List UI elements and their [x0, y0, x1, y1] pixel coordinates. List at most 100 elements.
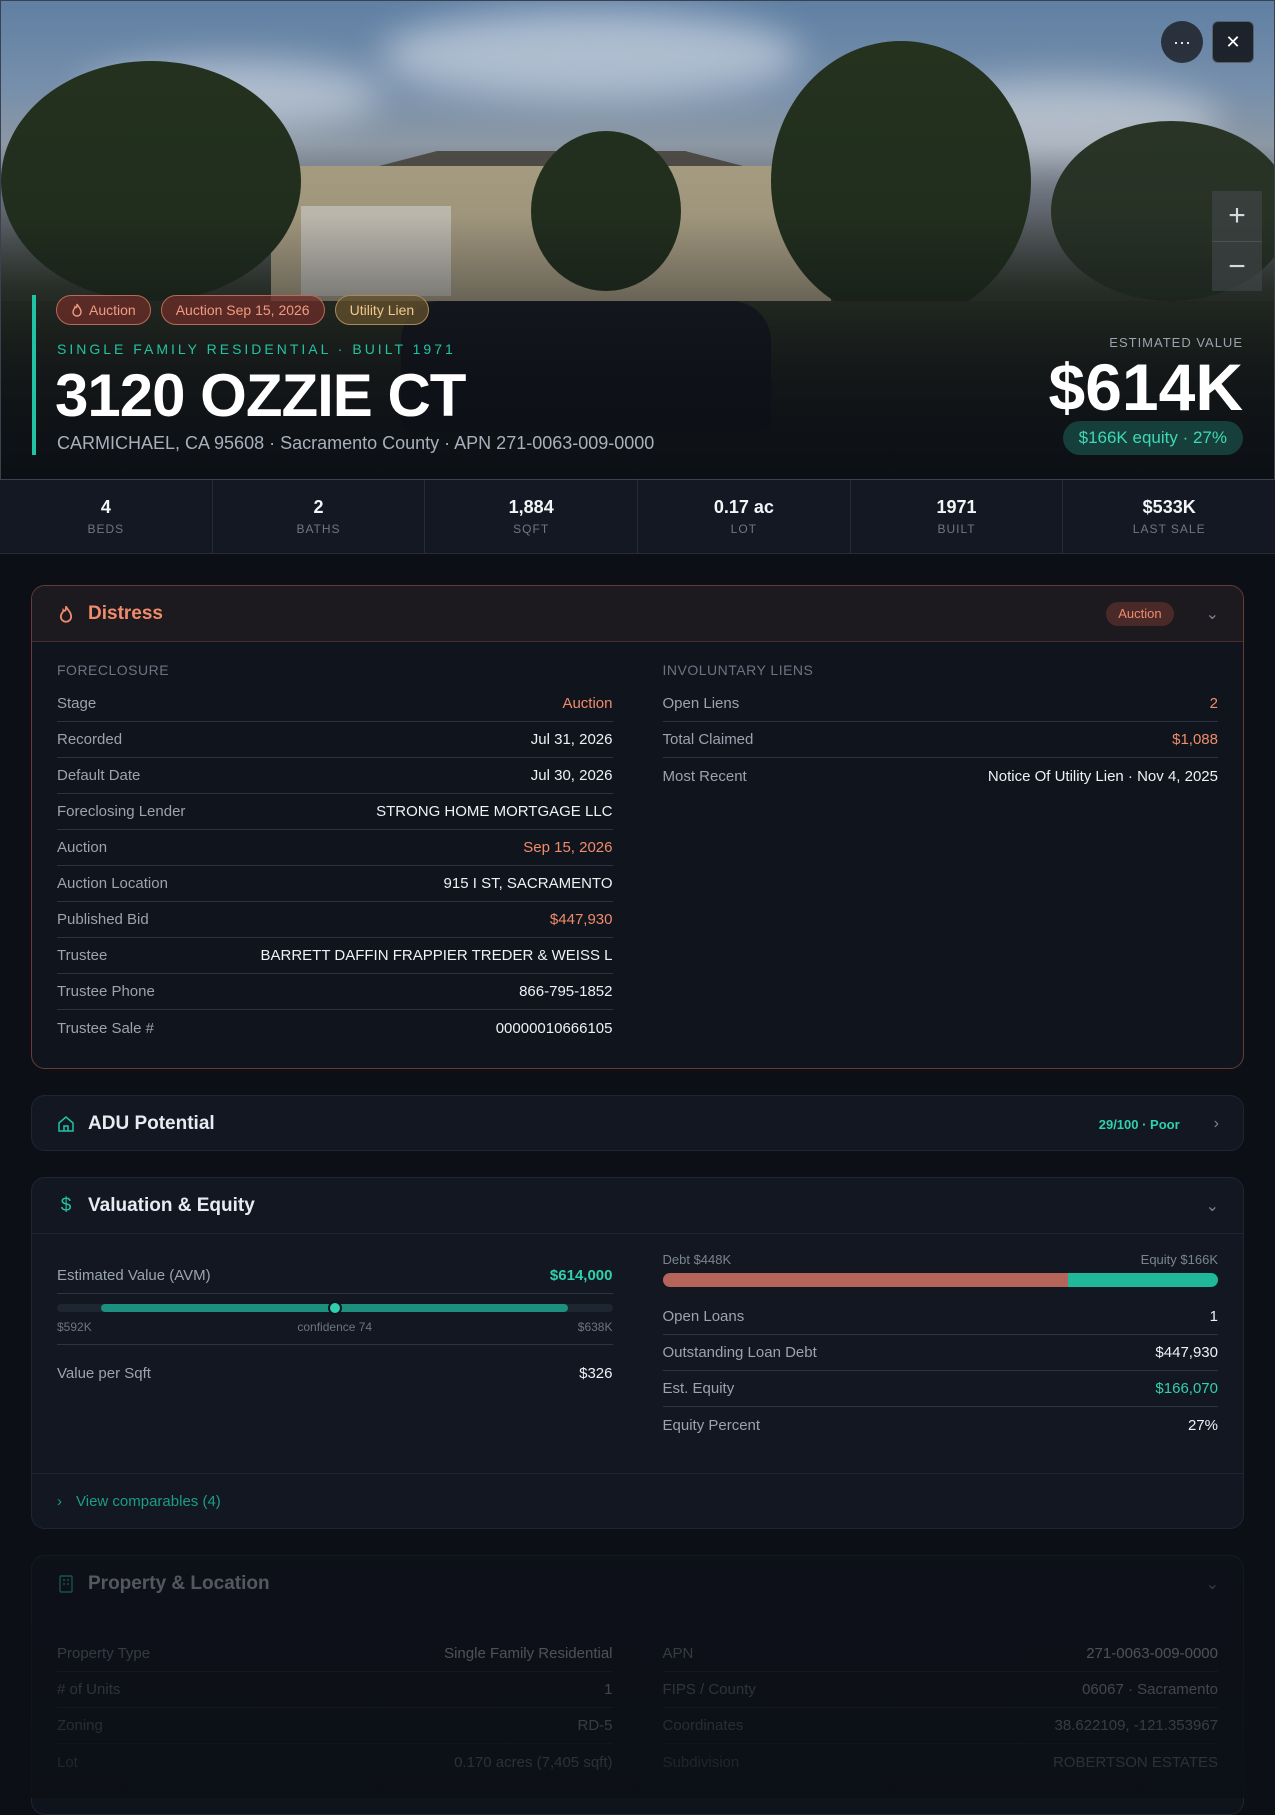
- property-header[interactable]: Property & Location ⌄: [32, 1556, 1243, 1612]
- foreclosure-section: FORECLOSURE Stage Auction Recorded Jul 31,…: [57, 662, 613, 1046]
- chevron-right-icon: ›: [57, 1492, 62, 1510]
- row-value: RD-5: [577, 1717, 613, 1734]
- row-label: Trustee: [57, 947, 108, 964]
- property-address: 3120 OZZIE CT: [55, 362, 466, 429]
- row-label: Foreclosing Lender: [57, 803, 186, 820]
- valuation-header[interactable]: $ Valuation & Equity ⌄: [32, 1178, 1243, 1234]
- detail-row: Open Liens 2: [662, 686, 1218, 722]
- detail-row: FIPS / County 06067 · Sacramento: [662, 1672, 1218, 1708]
- row-label: Property Type: [57, 1645, 151, 1662]
- row-value: Single Family Residential: [444, 1645, 613, 1662]
- range-high: $638K: [577, 1320, 613, 1334]
- equity-segment: [1068, 1273, 1218, 1287]
- row-label: Trustee Sale #: [57, 1019, 154, 1037]
- avm-range-bar: [57, 1301, 613, 1315]
- detail-row: Default Date Jul 30, 2026: [57, 758, 613, 794]
- adu-score: 29/100 · Poor: [1098, 1116, 1180, 1132]
- row-label: Zoning: [57, 1717, 103, 1734]
- close-icon: ✕: [1225, 31, 1241, 52]
- row-label: Equity Percent: [662, 1416, 761, 1434]
- chevron-down-icon[interactable]: ⌄: [1206, 1574, 1219, 1594]
- estimated-value-label: ESTIMATED VALUE: [1109, 335, 1243, 350]
- row-label: APN: [662, 1645, 694, 1662]
- stat-value: 0.17 ac: [713, 497, 774, 517]
- detail-row: Equity Percent 27%: [663, 1407, 1219, 1443]
- detail-row: # of Units 1: [57, 1672, 613, 1708]
- row-label: Default Date: [57, 767, 141, 784]
- involuntary-liens-section: INVOLUNTARY LIENS Open Liens 2 Total Clai…: [662, 662, 1219, 1046]
- stat-label: BUILT: [937, 522, 976, 536]
- avm-range-labels: $592K confidence 74 $638K: [57, 1320, 613, 1334]
- stat-value: $533K: [1142, 497, 1196, 517]
- row-label: Trustee Phone: [57, 983, 155, 1000]
- row-value: 1: [1209, 1308, 1218, 1325]
- row-label: Est. Equity: [662, 1380, 735, 1397]
- avm-section: Estimated Value (AVM) $614,000 $592K conf…: [57, 1258, 613, 1443]
- property-location-card: Property & Location ⌄ Property Type Singl…: [31, 1555, 1244, 1815]
- zoom-out-button[interactable]: −: [1212, 241, 1262, 291]
- debt-segment: [662, 1273, 1068, 1287]
- detail-row: Most Recent Notice Of Utility Lien · Nov …: [663, 758, 1219, 794]
- chevron-down-icon[interactable]: ⌄: [1206, 1196, 1219, 1216]
- row-value: $1,088: [1172, 731, 1218, 748]
- close-button[interactable]: ✕: [1212, 21, 1254, 63]
- distress-header[interactable]: Distress Auction ⌄: [32, 586, 1243, 642]
- stat-label: LAST SALE: [1132, 522, 1206, 536]
- hero-accent-bar: [32, 295, 36, 455]
- detail-row: Lot 0.170 acres (7,405 sqft): [57, 1744, 613, 1780]
- stat-built: 1971 BUILT: [851, 480, 1064, 553]
- flame-icon: [72, 303, 82, 317]
- valuation-title: Valuation & Equity: [88, 1194, 255, 1216]
- property-right-section: APN 271-0063-009-0000 FIPS / County 06067 …: [662, 1636, 1218, 1780]
- status-tags: Auction Auction Sep 15, 2026 Utility Lie…: [56, 295, 430, 325]
- chevron-down-icon[interactable]: ⌄: [1206, 604, 1219, 624]
- distress-badge: Auction: [1106, 601, 1174, 626]
- zoom-in-button[interactable]: +: [1212, 191, 1262, 241]
- row-label: Auction: [57, 839, 108, 856]
- detail-row: Stage Auction: [57, 686, 613, 722]
- row-label: Outstanding Loan Debt: [662, 1344, 817, 1361]
- home-icon: [56, 1114, 76, 1134]
- detail-row: Published Bid $447,930: [57, 902, 613, 938]
- row-label: Open Loans: [662, 1308, 745, 1325]
- tag-utility-lien: Utility Lien: [334, 295, 430, 325]
- row-value: 38.622109, -121.353967: [1054, 1717, 1218, 1734]
- adu-title: ADU Potential: [88, 1113, 215, 1134]
- row-label: Estimated Value (AVM): [57, 1267, 211, 1284]
- more-options-button[interactable]: ···: [1161, 21, 1203, 63]
- detail-row: APN 271-0063-009-0000: [662, 1636, 1218, 1672]
- row-value: STRONG HOME MORTGAGE LLC: [376, 803, 613, 820]
- row-label: Published Bid: [57, 911, 149, 928]
- row-label: Recorded: [57, 731, 123, 748]
- row-value: ROBERTSON ESTATES: [1052, 1753, 1218, 1771]
- row-value: $326: [579, 1364, 613, 1382]
- row-value: 06067 · Sacramento: [1082, 1681, 1218, 1698]
- map-zoom-control: + −: [1212, 191, 1262, 291]
- row-label: Coordinates: [662, 1717, 744, 1734]
- property-title: Property & Location: [88, 1573, 270, 1594]
- stat-value: 1971: [936, 497, 977, 517]
- view-comparables-link[interactable]: › View comparables (4): [32, 1473, 1243, 1528]
- chevron-right-icon[interactable]: ›: [1214, 1115, 1219, 1133]
- detail-row: Trustee Sale # 00000010666105: [57, 1010, 613, 1046]
- tag-auction-date: Auction Sep 15, 2026: [160, 295, 325, 325]
- equity-section: Debt $448K Equity $166K Open Loans 1 Outs…: [662, 1252, 1219, 1443]
- debt-label: Debt $448K: [662, 1252, 732, 1267]
- building-icon: [56, 1574, 76, 1594]
- stat-label: BEDS: [87, 522, 125, 536]
- valuation-equity-card: $ Valuation & Equity ⌄ Estimated Value (…: [31, 1177, 1244, 1529]
- row-value: Sep 15, 2026: [523, 839, 613, 856]
- property-stats-bar: 4 BEDS 2 BATHS 1,884 SQFT 0.17 ac LOT 1971 BU…: [0, 480, 1275, 554]
- detail-row: Zoning RD-5: [57, 1708, 613, 1744]
- section-heading: INVOLUNTARY LIENS: [662, 662, 814, 678]
- row-label: Lot: [57, 1753, 78, 1771]
- adu-potential-card[interactable]: ADU Potential 29/100 · Poor ›: [31, 1095, 1244, 1151]
- tag-label: Auction Sep 15, 2026: [175, 302, 310, 318]
- row-value: $447,930: [549, 911, 613, 928]
- row-value: 2: [1209, 695, 1218, 712]
- stat-label: BATHS: [296, 522, 341, 536]
- tag-label: Auction: [89, 302, 136, 318]
- row-label: Value per Sqft: [57, 1364, 151, 1382]
- debt-equity-bar: [662, 1273, 1218, 1287]
- row-label: Total Claimed: [662, 731, 754, 748]
